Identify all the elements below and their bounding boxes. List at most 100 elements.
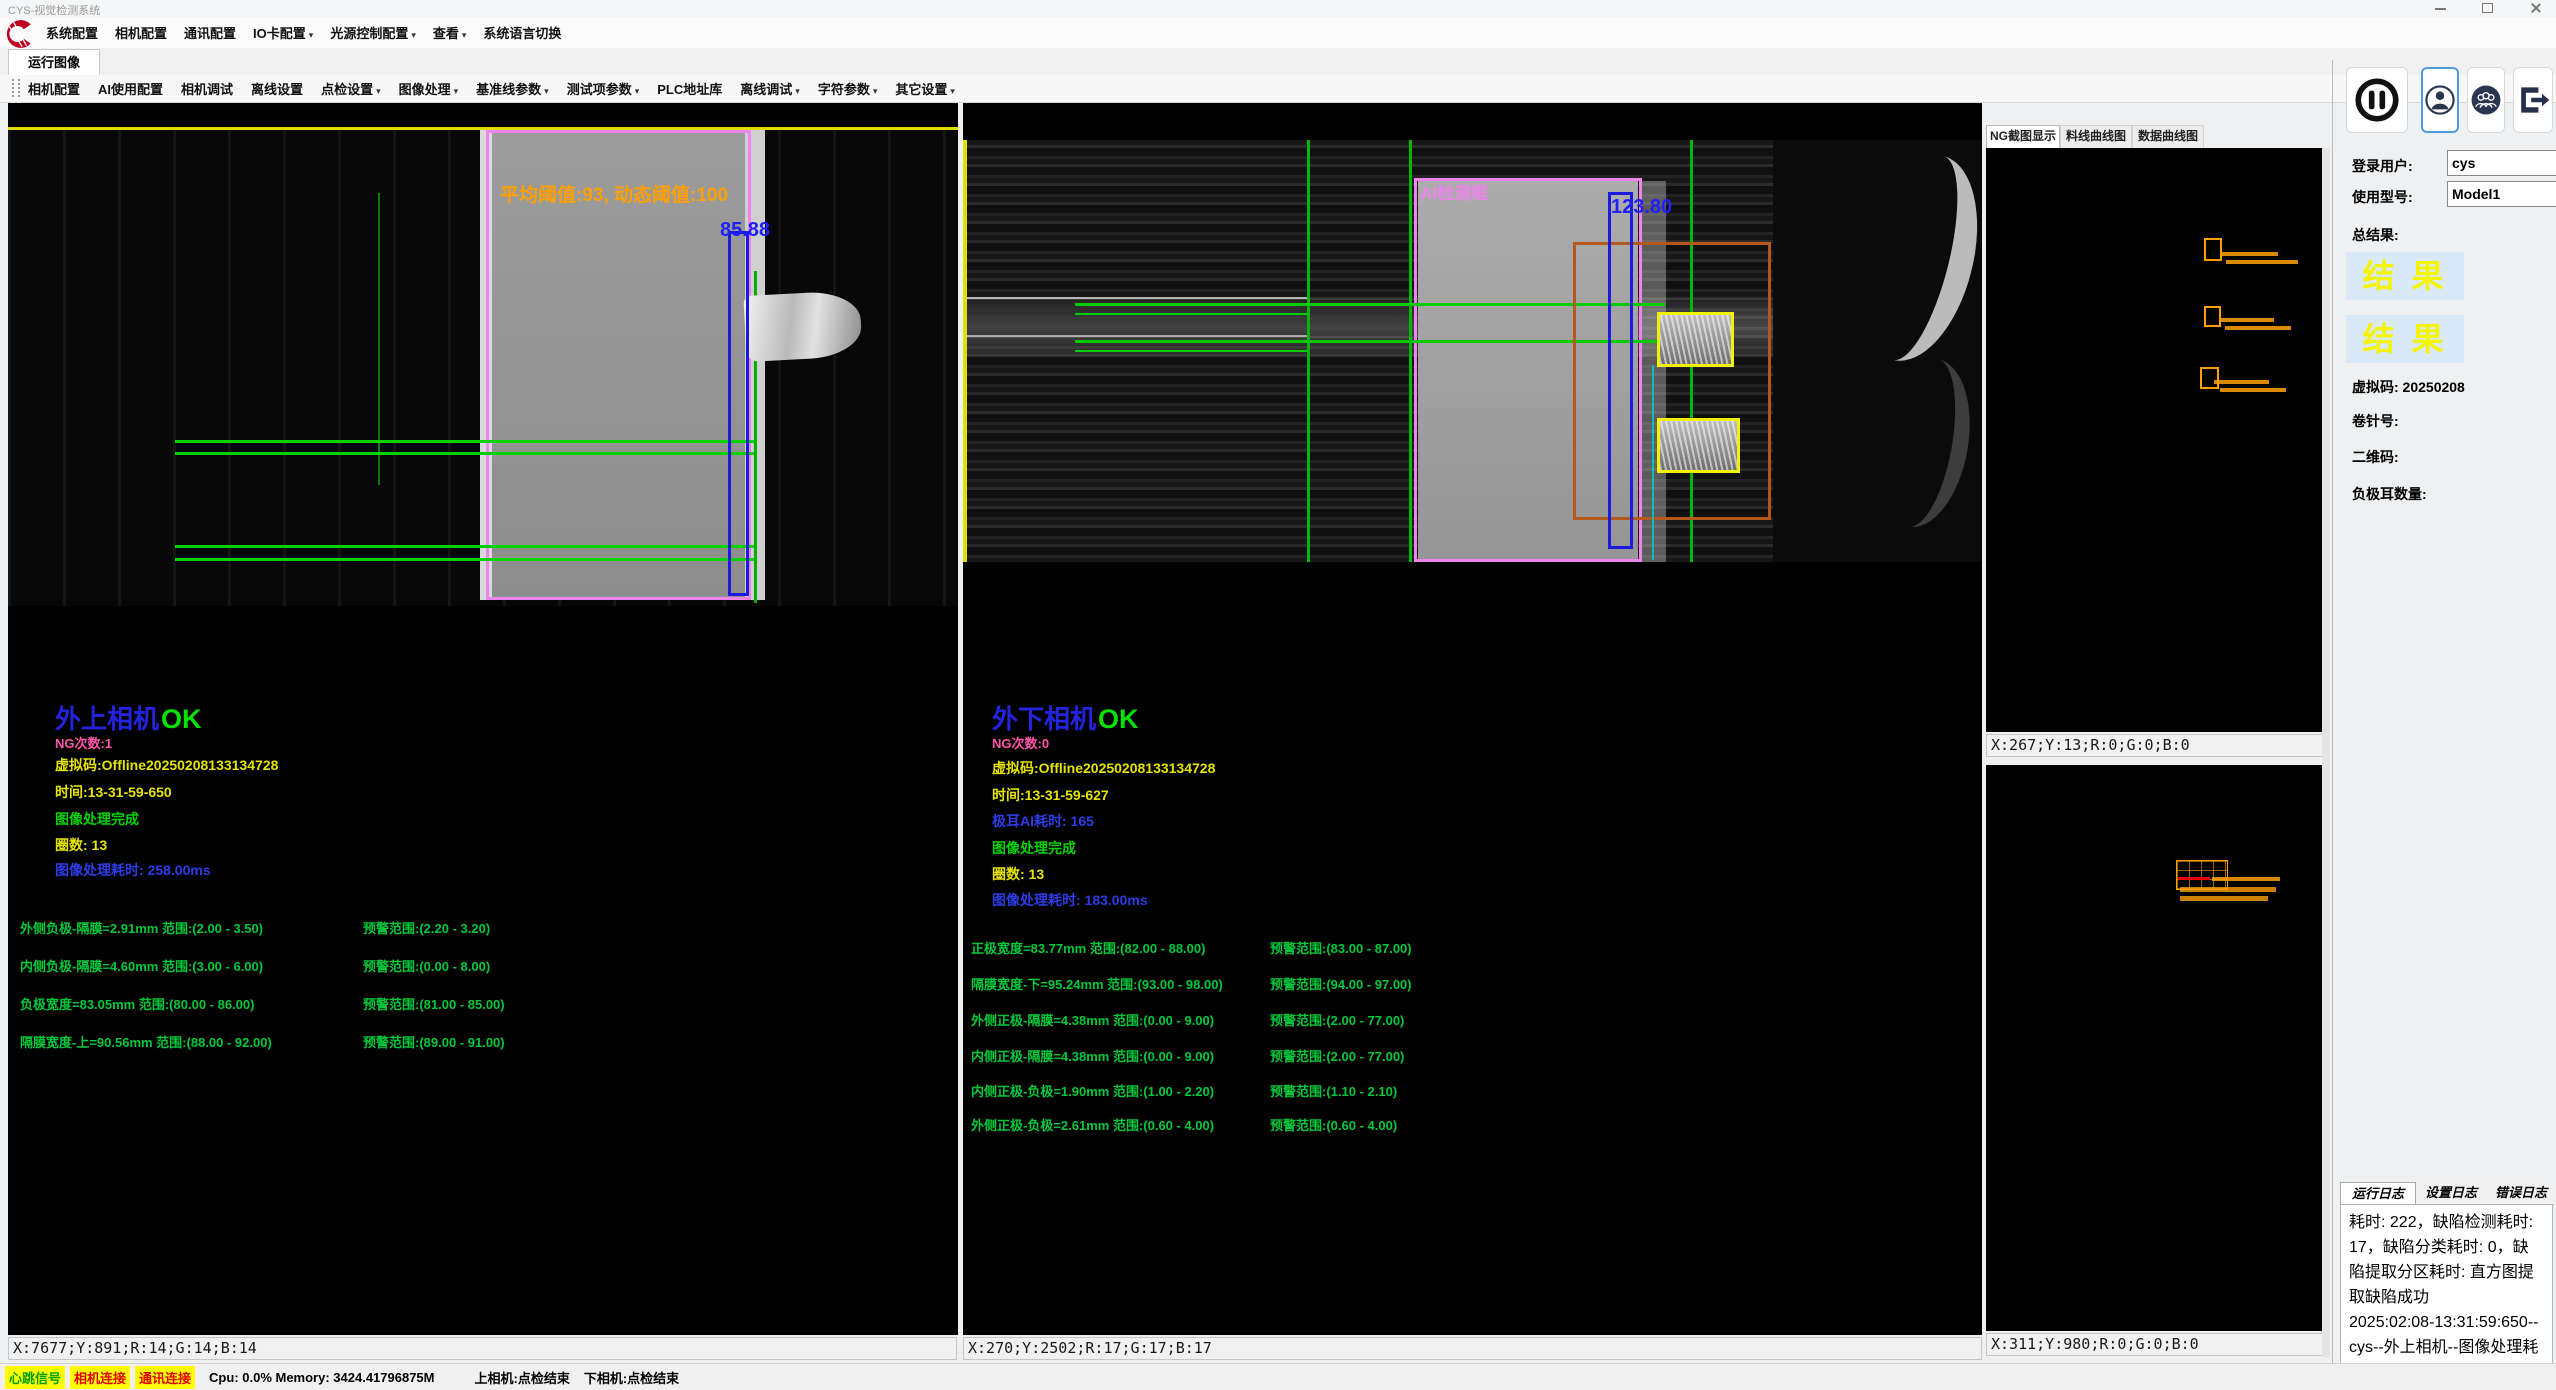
minimize-button[interactable] bbox=[2423, 0, 2457, 16]
defect-annotation bbox=[2180, 887, 2276, 892]
white-line bbox=[963, 297, 1308, 299]
menu-item-light-config[interactable]: 光源控制配置▾ bbox=[330, 23, 416, 42]
defect-annotation bbox=[2219, 318, 2274, 322]
menu-item-io-card-config[interactable]: IO卡配置▾ bbox=[253, 23, 313, 42]
toolbar-grip-handle[interactable] bbox=[12, 79, 20, 97]
tab-data-curve[interactable]: 数据曲线图 bbox=[2132, 125, 2204, 149]
column-scrollbar[interactable] bbox=[2322, 148, 2330, 1357]
camera1-thumbnail-view[interactable]: 平均阈值:93, 动态阈值:100 85.88 外上相机OK NG次数:1 虚拟… bbox=[1986, 148, 2330, 732]
tool-camera-debug[interactable]: 相机调试 bbox=[181, 79, 233, 98]
tab-line-curve[interactable]: 料线曲线图 bbox=[2060, 125, 2132, 149]
comm-connect-badge: 通讯连接 bbox=[135, 1366, 195, 1389]
tab-run-log[interactable]: 运行日志 bbox=[2340, 1182, 2416, 1205]
menu-item-view[interactable]: 查看▾ bbox=[433, 23, 467, 42]
green-line bbox=[175, 558, 757, 561]
roi-rect-blue bbox=[1608, 192, 1633, 549]
result-box-lower: 结 果 bbox=[2346, 315, 2464, 363]
tool-label: 离线调试 bbox=[740, 82, 792, 97]
ai-detect-box-label: AI检测框 bbox=[1420, 179, 1488, 204]
dropdown-arrow-icon: ▾ bbox=[950, 86, 955, 96]
pause-button[interactable] bbox=[2346, 67, 2408, 133]
warning-range-text: 预警范围:(0.00 - 8.00) bbox=[363, 956, 490, 975]
reel-number-label: 卷针号: bbox=[2352, 411, 2399, 431]
logout-button[interactable] bbox=[2513, 67, 2553, 133]
camera2-thumbnail-view[interactable]: AI检测框 123.80 外下相机OK NG次数:0 虚拟码:Offline20… bbox=[1986, 765, 2330, 1331]
user-icon bbox=[2423, 83, 2457, 117]
measure-value-overlay: 85.88 bbox=[720, 219, 770, 242]
measurement-row: 隔膜宽度-上=90.56mm 范围:(88.00 - 92.00)预警范围:(8… bbox=[8, 1032, 958, 1050]
green-line bbox=[175, 440, 757, 443]
defect-box bbox=[2200, 367, 2219, 389]
tool-label: 测试项参数 bbox=[567, 82, 632, 97]
camera2-view[interactable]: AI检测框 123.80 外下相机OK NG次数:0 虚拟码:Offline20… bbox=[963, 103, 1982, 1335]
threshold-overlay-text: 平均阈值:93, 动态阈值:100 bbox=[500, 180, 728, 207]
tool-image-process[interactable]: 图像处理▾ bbox=[399, 79, 459, 98]
close-button[interactable] bbox=[2518, 0, 2552, 16]
virtual-code-text: 虚拟码:Offline20250208133134728 bbox=[55, 755, 278, 775]
dropdown-arrow-icon: ▾ bbox=[635, 86, 640, 96]
tool-offline-debug[interactable]: 离线调试▾ bbox=[740, 79, 800, 98]
green-line-vertical bbox=[1409, 140, 1412, 562]
thumbnail2-pixel-coord-bar: X:311;Y:980;R:0;G:0;B:0 bbox=[1986, 1333, 2330, 1356]
measurement-row: 正极宽度=83.77mm 范围:(82.00 - 88.00)预警范围:(83.… bbox=[963, 938, 1982, 956]
menu-item-camera-config[interactable]: 相机配置 bbox=[115, 23, 167, 42]
tool-baseline-params[interactable]: 基准线参数▾ bbox=[476, 79, 549, 98]
measurement-text: 外侧正极-负极=2.61mm 范围:(0.60 - 4.00) bbox=[971, 1115, 1214, 1134]
menu-item-language-switch[interactable]: 系统语言切换 bbox=[483, 23, 561, 42]
time-text: 时间:13-31-59-650 bbox=[55, 782, 172, 802]
result-box-upper: 结 果 bbox=[2346, 252, 2464, 300]
process-time-text: 图像处理耗时: 183.00ms bbox=[992, 890, 1148, 910]
tool-label: 其它设置 bbox=[895, 82, 947, 97]
tab-ng-snapshot[interactable]: NG截图显示 bbox=[1986, 125, 2060, 148]
warning-range-text: 预警范围:(0.60 - 4.00) bbox=[1270, 1115, 1397, 1134]
warning-range-text: 预警范围:(81.00 - 85.00) bbox=[363, 994, 505, 1013]
tool-label: 图像处理 bbox=[399, 82, 451, 97]
defect-box bbox=[2204, 306, 2221, 327]
tool-test-item-params[interactable]: 测试项参数▾ bbox=[567, 79, 640, 98]
warning-range-text: 预警范围:(89.00 - 91.00) bbox=[363, 1032, 505, 1051]
tool-plc-address[interactable]: PLC地址库 bbox=[657, 79, 722, 98]
title-bar: CYS-视觉检测系统 bbox=[0, 0, 2556, 17]
measurement-row: 外侧负极-隔膜=2.91mm 范围:(2.00 - 3.50)预警范围:(2.2… bbox=[8, 918, 958, 936]
measurement-text: 内侧负极-隔膜=4.60mm 范围:(3.00 - 6.00) bbox=[20, 956, 263, 975]
roi-rect-yellow bbox=[1657, 312, 1734, 367]
roi-rect-yellow bbox=[1657, 418, 1740, 473]
run-log-text[interactable]: 耗时: 222，缺陷检测耗时: 17，缺陷分类耗时: 0，缺陷提取分区耗时: 直… bbox=[2340, 1204, 2553, 1388]
maximize-button[interactable] bbox=[2470, 0, 2504, 16]
process-time-text: 图像处理耗时: 258.00ms bbox=[55, 860, 211, 880]
menu-item-comm-config[interactable]: 通讯配置 bbox=[184, 23, 236, 42]
measurement-row: 内侧负极-隔膜=4.60mm 范围:(3.00 - 6.00) 预警范围:(0.0… bbox=[8, 956, 958, 974]
measurement-text: 负极宽度=83.05mm 范围:(80.00 - 86.00) bbox=[20, 994, 254, 1013]
measurement-row: 外侧正极-隔膜=4.38mm 范围:(0.00 - 9.00)预警范围:(2.0… bbox=[963, 1010, 1982, 1028]
white-line bbox=[963, 335, 1308, 337]
model-input[interactable] bbox=[2447, 181, 2556, 207]
virtual-code-label: 虚拟码: 20250208 bbox=[2352, 377, 2465, 397]
user-management-button[interactable] bbox=[2467, 67, 2505, 133]
heartbeat-status-badge: 心跳信号 bbox=[5, 1366, 65, 1389]
tab-error-log[interactable]: 错误日志 bbox=[2488, 1182, 2554, 1205]
menu-item-system-config[interactable]: 系统配置 bbox=[46, 23, 98, 42]
process-done-text: 图像处理完成 bbox=[55, 809, 139, 829]
defect-box bbox=[2204, 238, 2222, 261]
tab-run-image[interactable]: 运行图像 bbox=[8, 49, 100, 76]
tool-spot-check[interactable]: 点检设置▾ bbox=[321, 79, 381, 98]
close-icon bbox=[2530, 2, 2541, 13]
pause-icon bbox=[2352, 75, 2402, 125]
tool-camera-config[interactable]: 相机配置 bbox=[28, 79, 80, 98]
tool-other-settings[interactable]: 其它设置▾ bbox=[895, 79, 955, 98]
maximize-icon bbox=[2482, 3, 2493, 13]
status-bar: 心跳信号 相机连接 通讯连接 Cpu: 0.0% Memory: 3424.41… bbox=[0, 1363, 2556, 1390]
tab-settings-log[interactable]: 设置日志 bbox=[2416, 1182, 2486, 1205]
login-user-button[interactable] bbox=[2421, 67, 2459, 133]
defect-annotation bbox=[2212, 877, 2280, 881]
login-user-input[interactable] bbox=[2447, 150, 2556, 176]
tool-offline-setting[interactable]: 离线设置 bbox=[251, 79, 303, 98]
ai-time-text: 极耳AI耗时: 165 bbox=[992, 811, 1094, 831]
defect-grid bbox=[2176, 860, 2228, 890]
tool-ai-use-config[interactable]: AI使用配置 bbox=[98, 79, 163, 98]
tool-char-params[interactable]: 字符参数▾ bbox=[818, 79, 878, 98]
measure-value-overlay: 123.80 bbox=[1611, 196, 1672, 219]
green-line bbox=[175, 545, 757, 548]
defect-annotation bbox=[2226, 260, 2298, 264]
camera1-view[interactable]: 平均阈值:93, 动态阈值:100 85.88 外上相机OK NG次数:1 虚拟… bbox=[8, 103, 958, 1335]
